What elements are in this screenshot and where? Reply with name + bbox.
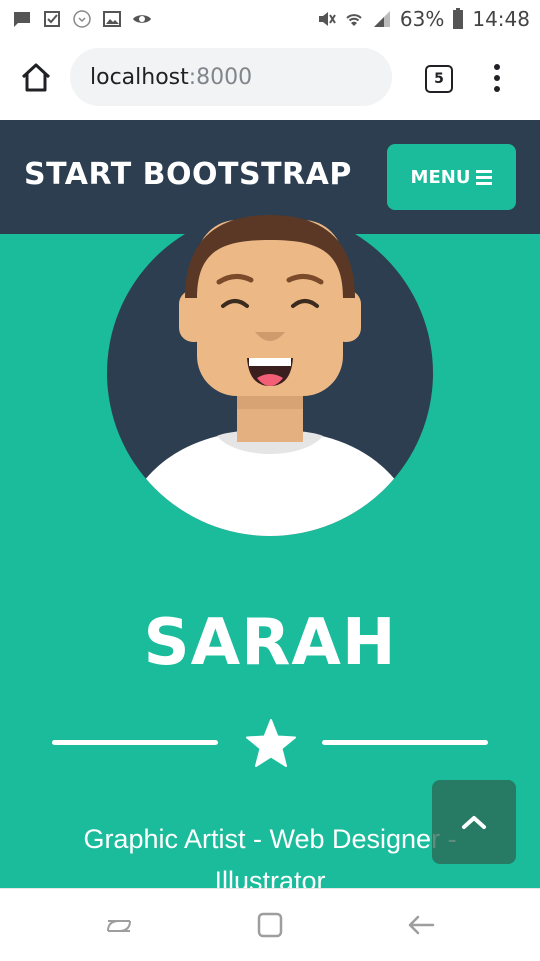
mute-icon	[318, 12, 336, 26]
url-port: :8000	[188, 64, 253, 90]
address-bar[interactable]: localhost:8000	[70, 48, 392, 106]
app-icon	[73, 10, 91, 28]
hamburger-icon	[476, 169, 493, 185]
chevron-up-icon	[462, 816, 486, 829]
divider-line-left	[52, 740, 218, 745]
navbar-brand[interactable]: START BOOTSTRAP	[24, 157, 352, 192]
signal-icon	[373, 11, 390, 27]
back-icon[interactable]	[405, 909, 437, 941]
tab-switcher-button[interactable]: 5	[425, 65, 453, 93]
message-icon	[14, 12, 30, 27]
wifi-icon	[346, 14, 362, 26]
checkbox-icon	[44, 11, 60, 27]
battery-icon	[453, 8, 464, 29]
battery-percent: 63%	[399, 7, 445, 31]
gallery-icon	[103, 11, 121, 27]
star-icon	[246, 719, 296, 767]
recent-apps-icon[interactable]	[103, 909, 135, 941]
eye-icon	[133, 15, 151, 23]
menu-button[interactable]: MENU	[387, 144, 516, 210]
menu-label: MENU	[410, 166, 471, 188]
home-icon[interactable]	[18, 60, 54, 96]
home-icon[interactable]	[254, 909, 286, 941]
clock: 14:48	[472, 7, 530, 31]
browser-toolbar: localhost:8000 5	[0, 38, 540, 121]
url-host: localhost	[90, 64, 189, 90]
more-options-icon[interactable]	[490, 63, 504, 93]
masthead-heading: SARAH	[143, 606, 397, 680]
scroll-to-top-button[interactable]	[432, 780, 516, 864]
system-navigation-bar	[0, 888, 540, 961]
avatar	[107, 210, 433, 536]
status-bar: 63% 14:48	[0, 0, 540, 38]
divider-line-right	[322, 740, 488, 745]
